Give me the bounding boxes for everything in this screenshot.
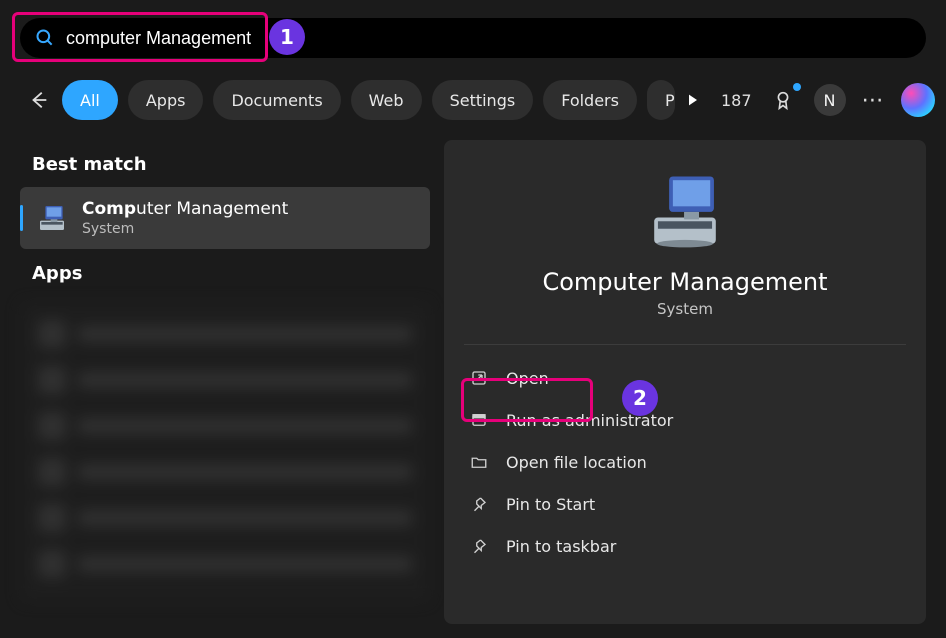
folder-icon — [468, 451, 490, 473]
filter-tab-settings[interactable]: Settings — [432, 80, 534, 120]
filter-label: Ph — [665, 91, 675, 110]
more-button[interactable]: ⋯ — [862, 88, 885, 113]
filter-tab-folders[interactable]: Folders — [543, 80, 637, 120]
back-button[interactable] — [28, 80, 50, 120]
section-apps-title: Apps — [32, 263, 418, 284]
detail-app-icon — [642, 168, 728, 254]
action-label: Open — [506, 369, 549, 388]
action-label: Open file location — [506, 453, 647, 472]
search-icon — [34, 27, 56, 49]
search-bar[interactable] — [20, 18, 926, 58]
filter-label: Web — [369, 91, 404, 110]
divider — [464, 344, 906, 345]
best-match-title: Computer Management — [82, 199, 288, 219]
action-open[interactable]: Open — [460, 357, 910, 399]
filter-label: All — [80, 91, 100, 110]
detail-title: Computer Management — [444, 268, 926, 296]
filter-label: Apps — [146, 91, 186, 110]
action-label: Pin to taskbar — [506, 537, 616, 556]
detail-subtitle: System — [444, 300, 926, 318]
pin-icon — [468, 535, 490, 557]
best-match-result[interactable]: Computer Management System — [20, 187, 430, 249]
filter-tab-apps[interactable]: Apps — [128, 80, 204, 120]
action-open-location[interactable]: Open file location — [460, 441, 910, 483]
filter-label: Folders — [561, 91, 619, 110]
detail-panel: Computer Management System Open Run as a… — [444, 140, 926, 624]
filter-tab-photos[interactable]: Ph — [647, 80, 675, 120]
best-match-subtitle: System — [82, 221, 288, 237]
rewards-icon[interactable] — [768, 85, 798, 115]
open-icon — [468, 367, 490, 389]
action-label: Run as administrator — [506, 411, 673, 430]
filter-tab-documents[interactable]: Documents — [213, 80, 340, 120]
filter-tab-all[interactable]: All — [62, 80, 118, 120]
action-label: Pin to Start — [506, 495, 595, 514]
filter-label: Settings — [450, 91, 516, 110]
user-avatar[interactable]: N — [814, 84, 846, 116]
filter-tab-web[interactable]: Web — [351, 80, 422, 120]
computer-management-icon — [36, 202, 68, 234]
action-run-admin[interactable]: Run as administrator — [460, 399, 910, 441]
section-best-match-title: Best match — [32, 154, 418, 175]
filter-row: All Apps Documents Web Settings Folders … — [28, 80, 926, 120]
shield-icon — [468, 409, 490, 431]
results-left-column: Best match Computer Management System Ap… — [20, 140, 430, 602]
copilot-icon[interactable] — [901, 83, 935, 117]
action-list: Open Run as administrator Open file loca… — [444, 353, 926, 571]
filter-label: Documents — [231, 91, 322, 110]
search-input[interactable] — [66, 28, 912, 49]
avatar-letter: N — [824, 91, 836, 110]
pin-icon — [468, 493, 490, 515]
results-count: 187 — [721, 91, 752, 110]
action-pin-taskbar[interactable]: Pin to taskbar — [460, 525, 910, 567]
apps-list-blurred — [20, 302, 430, 602]
action-pin-start[interactable]: Pin to Start — [460, 483, 910, 525]
scroll-right-button[interactable] — [685, 80, 701, 120]
